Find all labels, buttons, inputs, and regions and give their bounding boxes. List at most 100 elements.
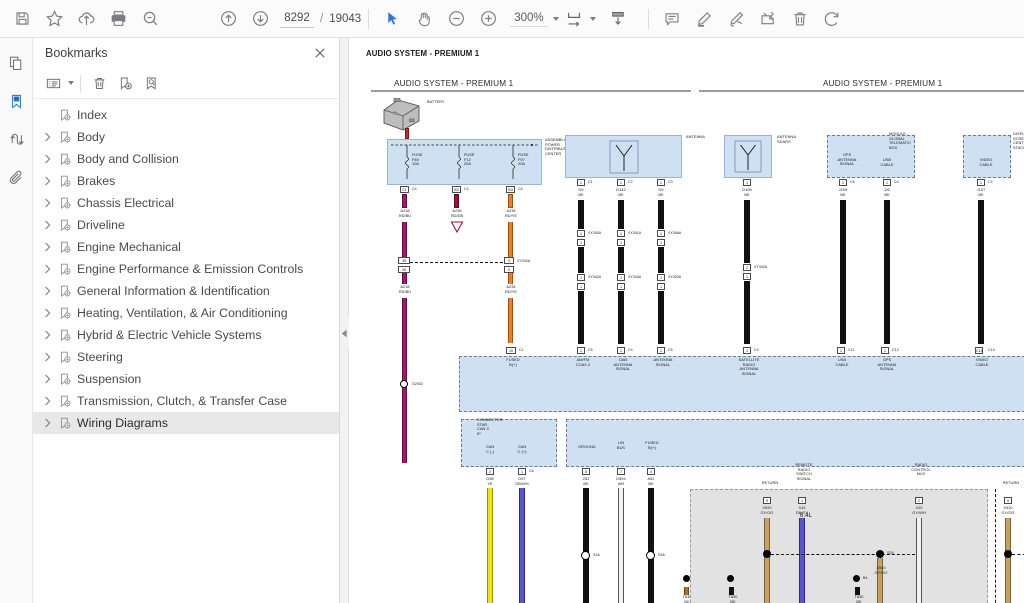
antenna-pin-c2: 1: [617, 179, 625, 186]
radio-pin-c6: 1: [577, 347, 585, 354]
pdc-pin-3: B4: [506, 186, 515, 193]
chevron-right-icon[interactable]: [39, 286, 55, 296]
wire-a218-run-4: [402, 388, 407, 463]
lower-wire-z52: Z52 BK: [570, 477, 602, 486]
close-icon[interactable]: [311, 44, 329, 62]
previous-page-button[interactable]: [212, 4, 244, 34]
wire-d98-run: [487, 488, 493, 603]
bookmark-item[interactable]: Steering: [33, 346, 339, 368]
draw-icon[interactable]: [720, 4, 752, 34]
wire-a92-run: [648, 488, 654, 603]
bookmark-icon[interactable]: [3, 88, 29, 114]
rotate-icon[interactable]: [816, 4, 848, 34]
next-page-button[interactable]: [244, 4, 276, 34]
zoom-out-icon[interactable]: [440, 4, 472, 34]
pan-tool-icon[interactable]: [408, 4, 440, 34]
signature-icon[interactable]: [3, 126, 29, 152]
total-pages-label: 19043: [329, 13, 361, 25]
paddle-wire-x920-2: X920 GY/OG: [865, 566, 897, 575]
pdc-cavity-3: C4: [518, 187, 523, 191]
add-bookmark-icon[interactable]: [113, 72, 138, 95]
zoom-level-control[interactable]: 300%: [510, 11, 558, 27]
bookmark-item[interactable]: Body and Collision: [33, 148, 339, 170]
splice-label-s2a: S2A: [887, 551, 894, 555]
bookmark-item[interactable]: Engine Performance & Emission Controls: [33, 258, 339, 280]
bookmark-item[interactable]: Index: [33, 104, 339, 126]
find-bookmark-icon[interactable]: [139, 72, 164, 95]
list-options-icon[interactable]: [41, 72, 66, 95]
antenna-pin-c3: 1: [657, 179, 665, 186]
document-view[interactable]: AUDIO SYSTEM - PREMIUM 1 AUDIO SYSTEM - …: [349, 38, 1024, 603]
bookmark-item[interactable]: Suspension: [33, 368, 339, 390]
attachment-icon[interactable]: [3, 164, 29, 190]
fuse-label-2: FUSE F12 20A: [464, 153, 475, 167]
bookmark-item[interactable]: Brakes: [33, 170, 339, 192]
bookmark-item[interactable]: Heating, Ventilation, & Air Conditioning: [33, 302, 339, 324]
chevron-right-icon[interactable]: [39, 330, 55, 340]
collapse-panel-handle[interactable]: [340, 316, 349, 350]
bookmark-item[interactable]: Wiring Diagrams: [33, 412, 339, 434]
bookmark-item[interactable]: Body: [33, 126, 339, 148]
chevron-right-icon[interactable]: [39, 154, 55, 164]
panel-splitter[interactable]: [340, 38, 349, 603]
chevron-right-icon[interactable]: [39, 220, 55, 230]
zoom-in-icon[interactable]: [472, 4, 504, 34]
chevron-right-icon[interactable]: [39, 132, 55, 142]
print-icon[interactable]: [102, 4, 134, 34]
bookmark-page-icon: [55, 351, 75, 364]
wire-label-t830b: T830 BK: [719, 595, 747, 603]
bookmark-item[interactable]: Transmission, Clutch, & Transfer Case: [33, 390, 339, 412]
antenna-splice-xy320a: XY320A: [668, 275, 681, 279]
bookmark-item[interactable]: Driveline: [33, 214, 339, 236]
delete-bookmark-icon[interactable]: [87, 72, 112, 95]
bookmark-page-icon: [55, 241, 75, 254]
chevron-right-icon[interactable]: [39, 198, 55, 208]
toolbar-divider-2: [648, 9, 649, 29]
highlight-icon[interactable]: [688, 4, 720, 34]
chevron-right-icon[interactable]: [39, 352, 55, 362]
pages-icon[interactable]: [3, 50, 29, 76]
junction-dot-mid-3: [1004, 550, 1012, 558]
battery-symbol: [381, 97, 423, 140]
bookmark-item[interactable]: Chassis Electrical: [33, 192, 339, 214]
chevron-right-icon[interactable]: [39, 396, 55, 406]
junction-dot-drop-2: [853, 575, 860, 582]
wire-label-a234: A234 RD/YE: [495, 209, 527, 218]
chevron-right-icon[interactable]: [39, 308, 55, 318]
splice-symbol-s3a: [646, 551, 655, 560]
antenna-sdars-label: ANTENNA- SDARS: [777, 135, 797, 144]
bookmark-item[interactable]: General Information & Identification: [33, 280, 339, 302]
list-options-chevron-icon[interactable]: [68, 81, 74, 85]
stamp-icon[interactable]: [752, 4, 784, 34]
chevron-right-icon[interactable]: [39, 374, 55, 384]
bookmark-item[interactable]: Engine Mechanical: [33, 236, 339, 258]
save-icon[interactable]: [6, 4, 38, 34]
star-icon[interactable]: [38, 4, 70, 34]
trash-icon[interactable]: [784, 4, 816, 34]
fit-page-chevron-icon[interactable]: [590, 17, 596, 21]
telematic-usb-cable: [884, 200, 890, 344]
toolbar-divider-1: [368, 9, 369, 29]
cloud-upload-icon[interactable]: [70, 4, 102, 34]
scroll-mode-icon[interactable]: [602, 4, 634, 34]
battery-positive-wire: [405, 128, 409, 139]
bookmark-page-icon: [55, 109, 75, 122]
chevron-right-icon[interactable]: [39, 418, 55, 428]
fit-page-icon[interactable]: [561, 4, 587, 34]
select-tool-icon[interactable]: [376, 4, 408, 34]
chevron-down-icon[interactable]: [553, 17, 559, 21]
chevron-right-icon[interactable]: [39, 176, 55, 186]
wire-label-a235: A235 RD/DB: [441, 209, 473, 218]
paddle-wire-x43-1: X43 DB/GY: [786, 506, 818, 515]
telematic-pin-c6: 1: [839, 179, 847, 186]
chevron-right-icon[interactable]: [39, 264, 55, 274]
radio-port-gps: GPS ANTENNA SIGNAL: [867, 358, 907, 372]
star-connector-label: CONNECTOR- STAR CAN C IP: [477, 418, 504, 436]
bookmarks-panel: Bookmarks: [33, 38, 340, 603]
comment-icon[interactable]: [656, 4, 688, 34]
search-icon[interactable]: [134, 4, 166, 34]
bookmark-item-label: Transmission, Clutch, & Transfer Case: [75, 394, 287, 408]
bookmark-item[interactable]: Hybrid & Electric Vehicle Systems: [33, 324, 339, 346]
chevron-right-icon[interactable]: [39, 242, 55, 252]
page-number-input[interactable]: [280, 9, 314, 28]
